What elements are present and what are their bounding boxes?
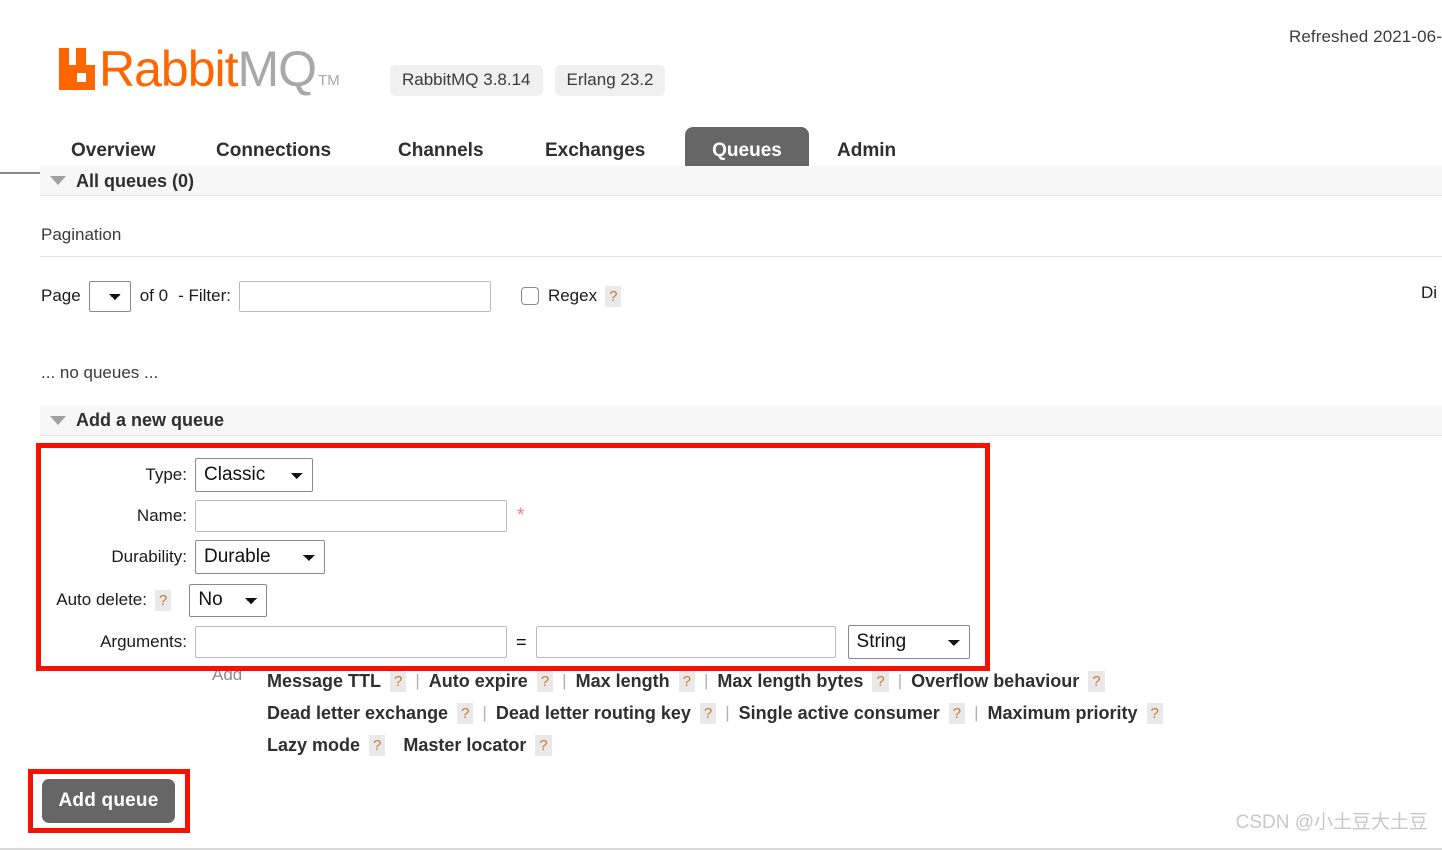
preset-separator: | <box>703 671 709 690</box>
preset-separator: | <box>562 671 567 690</box>
add-queue-section-header[interactable]: Add a new queue <box>40 406 1442 436</box>
argument-value-input[interactable] <box>535 626 836 658</box>
auto-delete-select[interactable]: No <box>189 583 268 617</box>
displaying-text: Di <box>1421 283 1438 302</box>
logo-text-rabbit: Rabbit <box>99 41 239 97</box>
preset-separator: | <box>415 671 420 690</box>
preset-max-length-bytes[interactable]: Max length bytes <box>717 671 863 692</box>
auto-delete-help-icon[interactable]: ? <box>155 589 172 611</box>
form-row-durability: Durability: Durable <box>0 540 325 574</box>
lazy-mode-help-icon[interactable]: ? <box>369 734 386 756</box>
argument-key-input[interactable] <box>195 626 507 658</box>
master-locator-help-icon[interactable]: ? <box>535 734 552 756</box>
auto-expire-help-icon[interactable]: ? <box>536 670 554 692</box>
rabbitmq-management-page: Refreshed 2021-06- Rabbit MQ TM RabbitMQ… <box>0 0 1442 850</box>
type-label: Type: <box>145 465 187 484</box>
badge-rabbitmq-version: RabbitMQ 3.8.14 <box>390 65 543 96</box>
pagination-label: Pagination <box>41 225 122 244</box>
auto-delete-label: Auto delete: <box>56 590 147 609</box>
argument-type-select[interactable]: String <box>847 625 970 659</box>
durability-label: Durability: <box>111 547 187 566</box>
preset-master-locator[interactable]: Master locator <box>403 735 526 756</box>
equals-sign: = <box>516 631 527 652</box>
preset-maximum-priority[interactable]: Maximum priority <box>988 703 1138 724</box>
page-count-label: of 0 <box>139 286 169 305</box>
required-indicator: * <box>517 505 525 526</box>
badge-erlang-version: Erlang 23.2 <box>554 65 666 96</box>
preset-single-active-consumer[interactable]: Single active consumer <box>739 703 940 724</box>
no-queues-message: ... no queues ... <box>41 363 159 382</box>
maximum-priority-help-icon[interactable]: ? <box>1146 702 1163 724</box>
preset-message-ttl[interactable]: Message TTL <box>267 671 381 692</box>
pagination-divider <box>40 256 1442 257</box>
form-row-name: Name: * <box>0 499 524 533</box>
refreshed-timestamp: Refreshed 2021-06- <box>1288 27 1442 46</box>
rabbitmq-logo[interactable]: Rabbit MQ TM <box>57 36 340 97</box>
preset-lazy-mode[interactable]: Lazy mode <box>267 735 360 756</box>
preset-separator: | <box>974 703 979 722</box>
single-active-consumer-help-icon[interactable]: ? <box>948 702 966 724</box>
preset-row: Message TTL ? | Auto expire ? | Max leng… <box>267 665 1442 697</box>
type-select[interactable]: Classic <box>195 458 313 492</box>
add-argument-label: Add <box>212 665 243 684</box>
name-input[interactable] <box>195 500 507 532</box>
name-label: Name: <box>136 506 187 525</box>
overflow-behaviour-help-icon[interactable]: ? <box>1088 670 1105 692</box>
version-badges: RabbitMQ 3.8.14 Erlang 23.2 <box>390 65 666 96</box>
filter-input[interactable] <box>238 280 491 312</box>
regex-help-icon[interactable]: ? <box>605 285 622 307</box>
dead-letter-exchange-help-icon[interactable]: ? <box>457 702 474 724</box>
dead-letter-routing-key-help-icon[interactable]: ? <box>699 702 717 724</box>
chevron-down-icon <box>50 416 66 425</box>
argument-preset-links: Message TTL ? | Auto expire ? | Max leng… <box>267 665 1442 761</box>
page-select[interactable] <box>88 280 131 312</box>
csdn-watermark: CSDN @小土豆大土豆 <box>1235 812 1428 833</box>
regex-checkbox[interactable] <box>520 287 539 305</box>
all-queues-title: All queues (0) <box>76 171 195 191</box>
arguments-label: Arguments: <box>100 632 187 651</box>
form-row-auto-delete: Auto delete: ? No <box>0 583 268 617</box>
form-row-arguments: Arguments: = String <box>0 625 970 659</box>
durability-select[interactable]: Durable <box>195 540 325 574</box>
add-queue-button[interactable]: Add queue <box>42 779 175 823</box>
add-queue-section-title: Add a new queue <box>76 410 225 430</box>
logo-trademark: TM <box>318 72 340 89</box>
all-queues-section-header[interactable]: All queues (0) <box>40 166 1442 196</box>
filter-label: - Filter: <box>178 286 231 305</box>
preset-separator: | <box>897 671 903 690</box>
logo-text-mq: MQ <box>237 41 318 97</box>
preset-separator: | <box>725 703 730 722</box>
preset-row: Dead letter exchange ? | Dead letter rou… <box>267 697 1442 729</box>
preset-dead-letter-routing-key[interactable]: Dead letter routing key <box>496 703 691 724</box>
preset-separator: | <box>482 703 487 722</box>
max-length-help-icon[interactable]: ? <box>678 670 695 692</box>
pagination-controls: Page of 0 - Filter: Regex ? <box>41 280 622 312</box>
chevron-down-icon <box>50 176 66 185</box>
regex-label: Regex <box>547 286 598 305</box>
max-length-bytes-help-icon[interactable]: ? <box>872 670 889 692</box>
preset-overflow-behaviour[interactable]: Overflow behaviour <box>911 671 1079 692</box>
preset-max-length[interactable]: Max length <box>576 671 670 692</box>
preset-row: Lazy mode ? Master locator ? <box>267 729 1442 761</box>
rabbitmq-logo-icon <box>57 46 97 92</box>
form-row-type: Type: Classic <box>0 458 313 492</box>
message-ttl-help-icon[interactable]: ? <box>390 670 407 692</box>
preset-dead-letter-exchange[interactable]: Dead letter exchange <box>267 703 448 724</box>
page-label: Page <box>41 286 81 305</box>
preset-auto-expire[interactable]: Auto expire <box>429 671 528 692</box>
